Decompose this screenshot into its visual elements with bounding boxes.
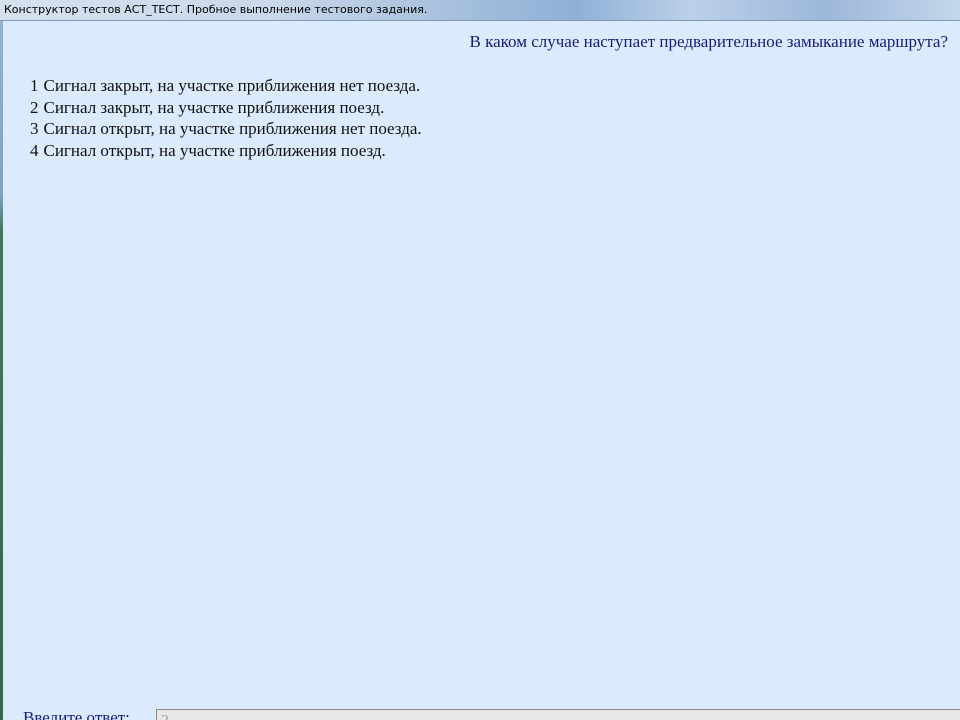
answer-option-number: 3	[30, 119, 39, 138]
test-runner-window: Конструктор тестов АСТ_ТЕСТ. Пробное вып…	[0, 0, 960, 720]
answer-option-number: 2	[30, 97, 39, 117]
answer-input-label: Введите ответ:	[23, 708, 130, 720]
answer-option-label: Сигнал открыт, на участке приближения по…	[43, 140, 386, 160]
window-title: Конструктор тестов АСТ_ТЕСТ. Пробное вып…	[4, 3, 428, 16]
content-area: В каком случае наступает предварительное…	[3, 21, 960, 720]
window-titlebar[interactable]: Конструктор тестов АСТ_ТЕСТ. Пробное вып…	[0, 0, 960, 21]
answer-option-label: Сигнал закрыт, на участке приближения не…	[43, 76, 421, 95]
answer-option-number: 1	[30, 76, 39, 95]
answer-option-2: 2 Сигнал закрыт, на участке приближения п…	[30, 97, 422, 119]
answer-options-list: 1 Сигнал закрыт, на участке приближения н…	[30, 75, 422, 161]
answer-option-label: Сигнал открыт, на участке приближения не…	[43, 119, 422, 138]
answer-entry-row: Введите ответ:	[21, 707, 960, 720]
answer-option-number: 4	[30, 140, 39, 160]
answer-option-4: 4 Сигнал открыт, на участке приближения п…	[30, 140, 422, 162]
answer-input[interactable]	[156, 709, 960, 720]
question-text: В каком случае наступает предварительное…	[469, 32, 948, 51]
answer-option-3: 3 Сигнал открыт, на участке приближения н…	[30, 118, 422, 140]
answer-option-1: 1 Сигнал закрыт, на участке приближения н…	[30, 75, 422, 97]
answer-option-label: Сигнал закрыт, на участке приближения по…	[43, 97, 385, 117]
